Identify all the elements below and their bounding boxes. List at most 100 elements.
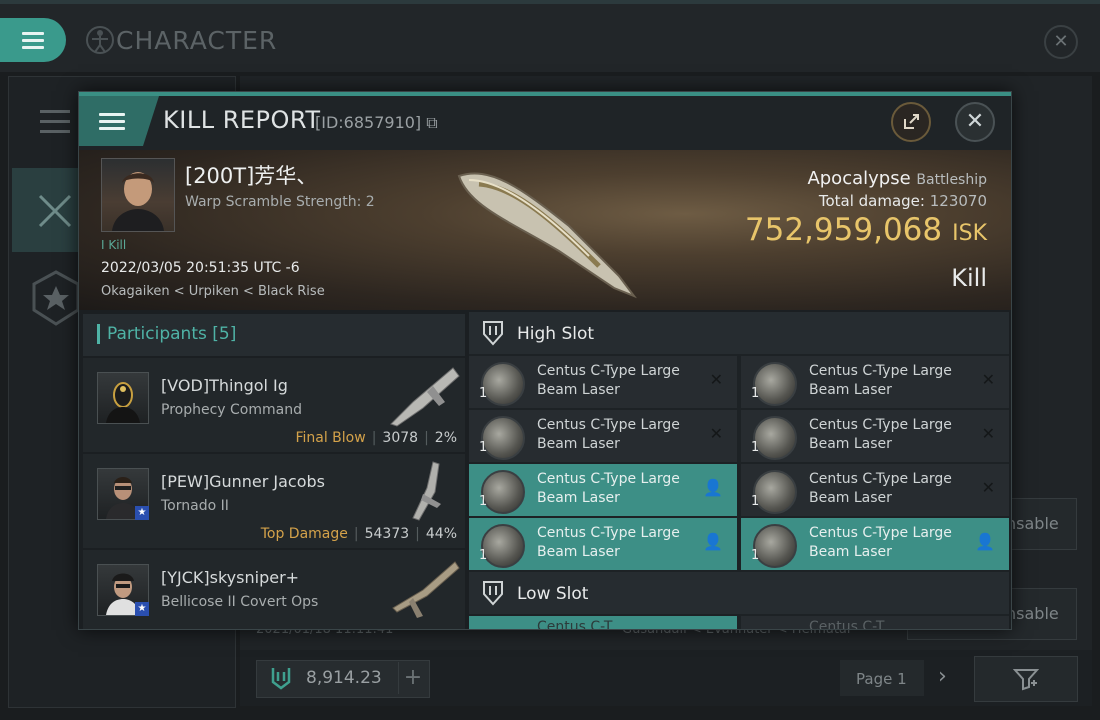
ship-class: Battleship <box>916 172 987 188</box>
avatar[interactable] <box>97 372 149 424</box>
participant-stats: Final Blow | 3078 | 2% <box>295 430 457 446</box>
close-icon[interactable]: ✕ <box>1044 25 1078 59</box>
x-icon: ✕ <box>981 370 995 389</box>
participant-name[interactable]: [YJCK]skysniper+ <box>161 568 299 587</box>
damage-percent: 44% <box>425 526 457 542</box>
module-item[interactable]: 1 Centus C-Type Large Beam Laser ✕ <box>741 464 1009 516</box>
high-slot-label: High Slot <box>517 324 595 344</box>
module-qty: 1 <box>751 386 760 401</box>
divider: | <box>371 430 377 446</box>
module-item[interactable]: 1 Centus C-Type Large Beam Laser ✕ <box>469 410 737 462</box>
external-link-icon <box>904 114 919 129</box>
crossed-swords-icon <box>28 190 84 238</box>
filter-icon <box>1013 669 1039 691</box>
divider: | <box>424 430 429 446</box>
kill-tag: I Kill <box>101 238 127 252</box>
ship-name[interactable]: Apocalypse Battleship <box>719 168 987 189</box>
victim-name[interactable]: [200T]芳华、 <box>185 160 317 190</box>
participant-ship: Prophecy Command <box>161 402 302 418</box>
participant-row[interactable]: [VOD]Thingol Ig Prophecy Command Final B… <box>83 358 465 454</box>
module-item[interactable]: Centus C-T <box>741 616 1009 630</box>
person-icon: 👤 <box>975 532 995 551</box>
module-name: Centus C-T <box>537 619 613 630</box>
total-damage-value: 123070 <box>929 192 987 210</box>
module-item[interactable]: 1 Centus C-Type Large Beam Laser 👤 <box>469 464 737 516</box>
victim-portrait[interactable] <box>101 158 175 232</box>
close-icon[interactable]: ✕ <box>955 102 995 142</box>
list-icon[interactable] <box>28 100 84 144</box>
result-label: Kill <box>951 264 987 292</box>
person-icon: 👤 <box>703 478 723 497</box>
hamburger-icon <box>22 28 44 53</box>
laser-module-icon <box>481 362 525 406</box>
module-item[interactable]: Centus C-T <box>469 616 737 630</box>
divider: | <box>415 526 420 542</box>
participant-name[interactable]: [PEW]Gunner Jacobs <box>161 472 325 491</box>
module-name: Centus C-Type Large Beam Laser <box>809 363 952 398</box>
kill-id-text: [ID:6857910] <box>315 113 422 132</box>
ship-render <box>449 156 649 306</box>
low-slot-icon <box>481 580 505 610</box>
module-name: Centus C-Type Large Beam Laser <box>537 525 680 560</box>
participant-row[interactable]: ★ [YJCK]skysniper+ Bellicose II Covert O… <box>83 550 465 629</box>
damage-value: 54373 <box>364 526 410 542</box>
module-qty: 1 <box>479 386 488 401</box>
copy-icon[interactable]: ⧉ <box>426 113 437 132</box>
module-qty: 1 <box>751 440 760 455</box>
module-item[interactable]: 1 Centus C-Type Large Beam Laser ✕ <box>741 356 1009 408</box>
laser-module-icon <box>753 416 797 460</box>
module-name: Centus C-T <box>809 619 885 630</box>
damage-value: 3078 <box>382 430 419 446</box>
laser-module-icon <box>753 524 797 568</box>
module-item[interactable]: 1 Centus C-Type Large Beam Laser 👤 <box>469 518 737 570</box>
module-item[interactable]: 1 Centus C-Type Large Beam Laser ✕ <box>469 356 737 408</box>
star-icon: ★ <box>135 602 149 616</box>
avatar[interactable]: ★ <box>97 468 149 520</box>
ship-name-text: Apocalypse <box>807 168 911 189</box>
module-item[interactable]: 1 Centus C-Type Large Beam Laser 👤 <box>741 518 1009 570</box>
participant-ship: Bellicose II Covert Ops <box>161 594 319 610</box>
header-accent <box>97 324 100 344</box>
participant-name[interactable]: [VOD]Thingol Ig <box>161 376 288 395</box>
top-damage-tag: Top Damage <box>260 526 348 542</box>
kill-location[interactable]: Okagaiken < Urpiken < Black Rise <box>101 284 325 299</box>
kill-id[interactable]: [ID:6857910] ⧉ <box>315 113 438 133</box>
laser-module-icon <box>753 470 797 514</box>
person-icon: 👤 <box>703 532 723 551</box>
laser-module-icon <box>753 362 797 406</box>
window-title: CHARACTER <box>116 26 278 55</box>
next-page-icon[interactable]: › <box>938 664 947 689</box>
main-menu-button[interactable] <box>0 18 66 62</box>
add-funds-button[interactable]: + <box>398 662 427 694</box>
x-icon: ✕ <box>981 478 995 497</box>
low-slot-label: Low Slot <box>517 584 589 604</box>
filter-button[interactable] <box>974 656 1078 702</box>
dialog-title: KILL REPORT <box>163 106 321 134</box>
page-label: Page 1 <box>856 670 907 688</box>
wallet-balance: 8,914.23 <box>306 668 382 688</box>
module-name: Centus C-Type Large Beam Laser <box>809 417 952 452</box>
module-item[interactable]: 1 Centus C-Type Large Beam Laser ✕ <box>741 410 1009 462</box>
isk-value-amount: 752,959,068 <box>744 212 943 248</box>
final-blow-tag: Final Blow <box>295 430 366 446</box>
module-qty: 1 <box>479 494 488 509</box>
high-slot-header: High Slot <box>469 312 1009 354</box>
participant-row[interactable]: ★ [PEW]Gunner Jacobs Tornado II Top Dama… <box>83 454 465 550</box>
laser-module-icon <box>481 470 525 514</box>
module-name: Centus C-Type Large Beam Laser <box>537 417 680 452</box>
module-name: Centus C-Type Large Beam Laser <box>809 525 952 560</box>
module-name: Centus C-Type Large Beam Laser <box>537 471 680 506</box>
low-slot-header: Low Slot <box>469 572 1009 614</box>
kill-datetime: 2022/03/05 20:51:35 UTC -6 <box>101 260 300 276</box>
module-qty: 1 <box>751 548 760 563</box>
total-damage: Total damage: 123070 <box>719 192 987 210</box>
star-badge-icon[interactable] <box>28 268 84 328</box>
kill-report-dialog: KILL REPORT [ID:6857910] ⧉ ✕ [200T]芳华、 W… <box>78 91 1012 630</box>
victim-subtitle: Warp Scramble Strength: 2 <box>185 194 375 210</box>
hamburger-icon <box>99 109 125 134</box>
x-icon: ✕ <box>709 370 723 389</box>
laser-module-icon <box>481 416 525 460</box>
avatar[interactable]: ★ <box>97 564 149 616</box>
share-button[interactable] <box>891 102 931 142</box>
isk-unit: ISK <box>952 221 987 246</box>
